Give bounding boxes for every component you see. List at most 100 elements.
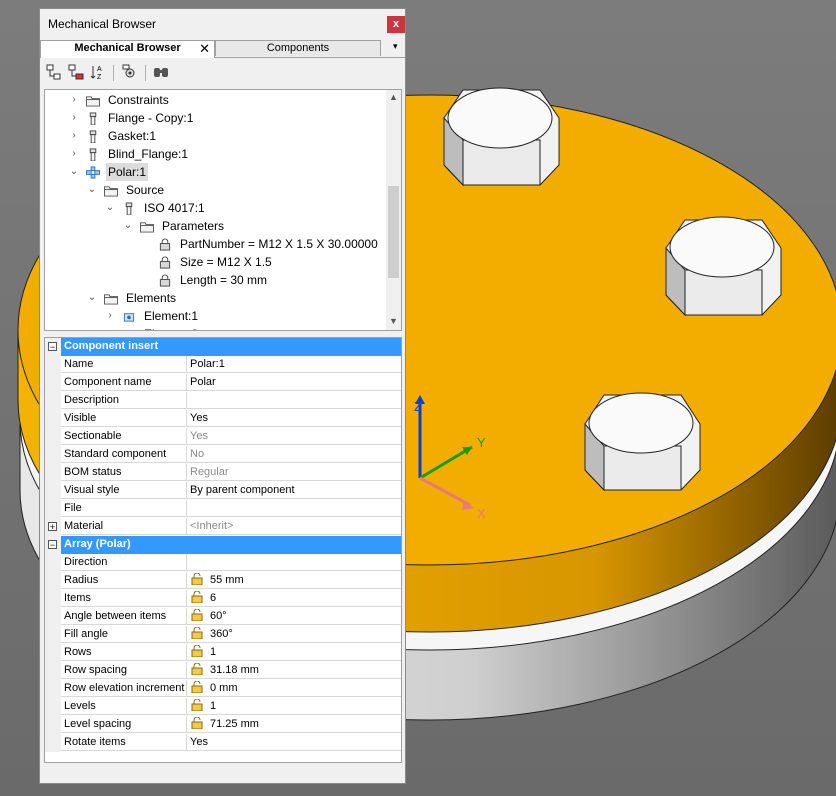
collapse-icon[interactable]: −: [48, 342, 57, 352]
property-value[interactable]: 360°: [187, 626, 401, 643]
property-value[interactable]: Polar: [187, 374, 401, 391]
tree-item[interactable]: Length = 30 mm: [45, 271, 385, 289]
find-icon[interactable]: [153, 64, 169, 80]
property-row[interactable]: File: [45, 500, 401, 518]
chevron-right-icon[interactable]: ›: [69, 127, 79, 145]
property-value[interactable]: 55 mm: [187, 572, 401, 589]
property-row[interactable]: Rotate items Yes: [45, 734, 401, 752]
expand-icon[interactable]: +: [48, 522, 57, 532]
chevron-right-icon[interactable]: ›: [105, 325, 115, 330]
property-value[interactable]: Yes: [187, 428, 401, 445]
lock-icon[interactable]: [190, 663, 204, 675]
property-row[interactable]: Visible Yes: [45, 410, 401, 428]
property-value[interactable]: [187, 554, 401, 571]
tree-scrollbar[interactable]: ▲ ▼: [386, 90, 401, 330]
sort-az-icon[interactable]: A Z: [90, 64, 106, 80]
chevron-down-icon[interactable]: ⌄: [105, 199, 115, 217]
lock-icon[interactable]: [190, 681, 204, 693]
tree-item[interactable]: ⌄ Elements: [45, 289, 385, 307]
lock-icon[interactable]: [190, 717, 204, 729]
lock-icon[interactable]: [190, 573, 204, 585]
tab-menu-icon[interactable]: ▾: [393, 41, 398, 52]
property-value[interactable]: 0 mm: [187, 680, 401, 697]
tab-mechanical-browser[interactable]: Mechanical Browser ✕: [40, 40, 215, 58]
property-value[interactable]: 31.18 mm: [187, 662, 401, 679]
property-value[interactable]: 1: [187, 644, 401, 661]
chevron-down-icon[interactable]: ⌄: [87, 289, 97, 307]
property-value[interactable]: [187, 392, 401, 409]
scroll-up-icon[interactable]: ▲: [386, 92, 401, 102]
property-row[interactable]: Name Polar:1: [45, 356, 401, 374]
tree-item[interactable]: ⌄ Source: [45, 181, 385, 199]
collapse-icon[interactable]: −: [48, 540, 57, 550]
property-row[interactable]: Level spacing 71.25 mm: [45, 716, 401, 734]
property-value[interactable]: Polar:1: [187, 356, 401, 373]
property-value[interactable]: 1: [187, 698, 401, 715]
property-section-header[interactable]: − Array (Polar): [45, 536, 401, 554]
lock-icon[interactable]: [190, 699, 204, 711]
tab-components[interactable]: Components: [215, 40, 381, 56]
chevron-right-icon[interactable]: ›: [69, 91, 79, 109]
property-value[interactable]: Yes: [187, 410, 401, 427]
lock-icon[interactable]: [190, 627, 204, 639]
property-row[interactable]: Standard component No: [45, 446, 401, 464]
property-row[interactable]: BOM status Regular: [45, 464, 401, 482]
chevron-right-icon[interactable]: ›: [69, 145, 79, 163]
property-row[interactable]: Angle between items 60°: [45, 608, 401, 626]
tree-item[interactable]: › Blind_Flange:1: [45, 145, 385, 163]
browser-toolbar: A Z: [40, 59, 405, 87]
property-value[interactable]: Regular: [187, 464, 401, 481]
lock-icon[interactable]: [190, 609, 204, 621]
tree-item[interactable]: › Element:1: [45, 307, 385, 325]
property-value[interactable]: <Inherit>: [187, 518, 401, 535]
property-row[interactable]: Fill angle 360°: [45, 626, 401, 644]
property-value[interactable]: [187, 500, 401, 517]
scroll-down-icon[interactable]: ▼: [386, 316, 401, 326]
property-row[interactable]: Row elevation increment 0 mm: [45, 680, 401, 698]
property-row[interactable]: Items 6: [45, 590, 401, 608]
component-remove-icon[interactable]: [68, 64, 84, 80]
property-row[interactable]: Description: [45, 392, 401, 410]
property-row[interactable]: Levels 1: [45, 698, 401, 716]
chevron-down-icon[interactable]: ⌄: [87, 181, 97, 199]
property-section-header[interactable]: − Component insert: [45, 338, 401, 356]
property-row[interactable]: Component name Polar: [45, 374, 401, 392]
tree-item[interactable]: › Constraints: [45, 91, 385, 109]
property-value[interactable]: 60°: [187, 608, 401, 625]
tree-item[interactable]: › Flange - Copy:1: [45, 109, 385, 127]
chevron-down-icon[interactable]: ⌄: [69, 163, 79, 181]
tree-item[interactable]: ⌄ ISO 4017:1: [45, 199, 385, 217]
property-row[interactable]: + Material <Inherit>: [45, 518, 401, 536]
tab-close-icon[interactable]: ✕: [199, 41, 210, 56]
property-value[interactable]: By parent component: [187, 482, 401, 499]
property-value[interactable]: 6: [187, 590, 401, 607]
tree-item[interactable]: ⌄ Polar:1: [45, 163, 385, 181]
tree-item[interactable]: PartNumber = M12 X 1.5 X 30.00000: [45, 235, 385, 253]
structure-icon[interactable]: [46, 64, 62, 80]
gutter: [45, 374, 61, 392]
panel-titlebar[interactable]: Mechanical Browser x: [40, 9, 405, 39]
property-value[interactable]: No: [187, 446, 401, 463]
scroll-thumb[interactable]: [388, 186, 399, 278]
property-row[interactable]: Visual style By parent component: [45, 482, 401, 500]
property-row[interactable]: Sectionable Yes: [45, 428, 401, 446]
settings-icon[interactable]: [122, 64, 138, 80]
lock-icon[interactable]: [190, 645, 204, 657]
chevron-right-icon[interactable]: ›: [69, 109, 79, 127]
svg-text:A: A: [97, 66, 102, 73]
browser-tree[interactable]: › Constraints › Flange - Copy:1 › Gasket:1 › Bl…: [44, 89, 402, 331]
property-row[interactable]: Rows 1: [45, 644, 401, 662]
tree-item[interactable]: › Gasket:1: [45, 127, 385, 145]
property-value[interactable]: 71.25 mm: [187, 716, 401, 733]
property-row[interactable]: Direction: [45, 554, 401, 572]
close-icon[interactable]: x: [387, 16, 405, 33]
property-value[interactable]: Yes: [187, 734, 401, 751]
chevron-right-icon[interactable]: ›: [105, 307, 115, 325]
tree-item[interactable]: Size = M12 X 1.5: [45, 253, 385, 271]
property-row[interactable]: Row spacing 31.18 mm: [45, 662, 401, 680]
tree-item[interactable]: ⌄ Parameters: [45, 217, 385, 235]
property-row[interactable]: Radius 55 mm: [45, 572, 401, 590]
tree-item[interactable]: › Element:2: [45, 325, 385, 330]
chevron-down-icon[interactable]: ⌄: [123, 217, 133, 235]
lock-icon[interactable]: [190, 591, 204, 603]
